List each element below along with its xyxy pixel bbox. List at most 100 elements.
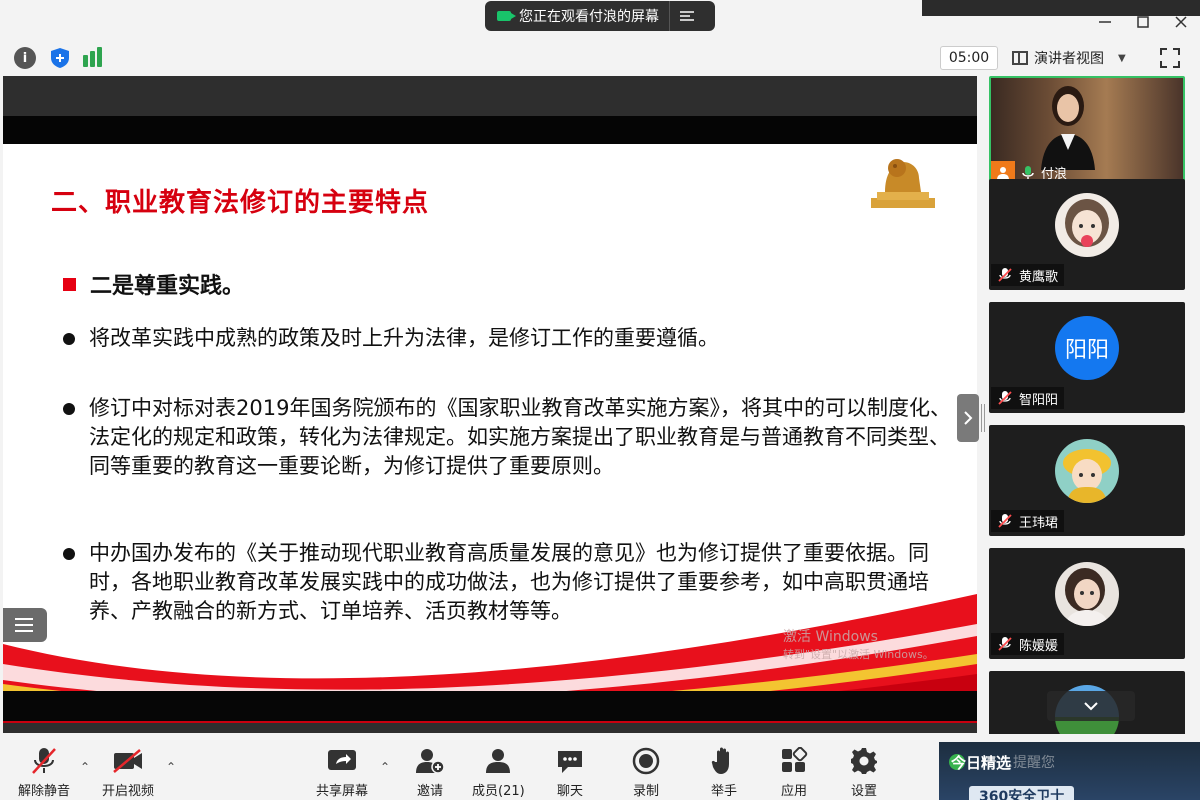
participant-name-tag: 智阳阳 <box>991 387 1065 409</box>
apps-button[interactable]: 应用 <box>778 746 810 799</box>
add-user-icon <box>414 746 446 776</box>
participant-name: 陈媛媛 <box>1019 638 1059 654</box>
video-off-icon <box>112 746 144 776</box>
security-shield-icon[interactable] <box>49 47 71 69</box>
participant-name-tag: 王玮珺 <box>991 510 1065 532</box>
list-line <box>15 624 33 626</box>
slide-subheading: 二是尊重实践。 <box>63 268 244 300</box>
meeting-info-icon[interactable]: i <box>14 47 36 69</box>
record-label: 录制 <box>632 784 659 799</box>
network-signal-icon[interactable] <box>82 47 104 69</box>
view-mode-label: 演讲者视图 <box>1034 51 1104 67</box>
settings-button[interactable]: 设置 <box>848 746 880 799</box>
news-popup[interactable]: 今日精选 …提醒您 360安全卫士 <box>939 742 1200 800</box>
meeting-timer: 05:00 <box>940 46 998 70</box>
video-options-chevron-icon[interactable]: ⌃ <box>166 760 176 774</box>
settings-label: 设置 <box>850 784 877 799</box>
raise-hand-button[interactable]: 举手 <box>708 746 740 799</box>
bullet-text: 将改革实践中成熟的政策及时上升为法律，是修订工作的重要遵循。 <box>89 326 719 350</box>
start-video-label: 开启视频 <box>102 784 155 799</box>
close-icon[interactable] <box>1162 3 1200 41</box>
participant-tile-presenter[interactable]: 付浪 <box>989 76 1185 187</box>
participant-name: 黄鹰歌 <box>1019 269 1059 285</box>
news-ghost-text: …提醒您 <box>999 755 1055 771</box>
mic-muted-icon <box>998 268 1012 282</box>
members-icon <box>482 746 514 776</box>
minimize-icon[interactable] <box>1086 3 1124 41</box>
gear-icon <box>848 746 880 776</box>
participant-name: 王玮珺 <box>1019 515 1059 531</box>
presenter-figure <box>1041 86 1095 170</box>
participant-tile[interactable]: 王玮珺 <box>989 425 1185 536</box>
members-button[interactable]: 成员(21) <box>472 746 525 799</box>
chat-button[interactable]: 聊天 <box>554 746 586 799</box>
panel-resize-handle[interactable] <box>981 404 985 432</box>
record-button[interactable]: 录制 <box>630 746 662 799</box>
avatar <box>1055 562 1119 626</box>
collapse-panel-button[interactable] <box>957 394 979 442</box>
unmute-button[interactable]: 解除静音 <box>18 746 70 799</box>
share-options-chevron-icon[interactable]: ⌃ <box>380 760 390 774</box>
maximize-icon[interactable] <box>1124 3 1162 41</box>
invite-label: 邀请 <box>416 784 443 799</box>
share-banner-text: 您正在观看付浪的屏幕 <box>519 9 659 25</box>
bullet-item: 修订中对标对表2019年国务院颁布的《国家职业教育改革实施方案》，将其中的可以制… <box>63 394 955 481</box>
unmute-label: 解除静音 <box>18 784 71 799</box>
participant-tile[interactable]: 陈媛媛 <box>989 548 1185 659</box>
record-icon <box>630 746 662 776</box>
slide-letterbox-top <box>3 116 977 144</box>
hand-icon <box>708 746 740 776</box>
bullet-dot-icon <box>63 333 75 345</box>
avatar <box>1055 193 1119 257</box>
meeting-window: 您正在观看付浪的屏幕 i 05:00 演讲者视图 ▼ 二、职业教育法修订的主要特… <box>0 0 1200 800</box>
window-controls <box>922 0 1200 38</box>
raise-hand-label: 举手 <box>710 784 737 799</box>
share-screen-label: 共享屏幕 <box>316 784 369 799</box>
layout-icon <box>1012 51 1028 65</box>
view-mode-select[interactable]: 演讲者视图 ▼ <box>1012 46 1146 70</box>
avatar <box>1055 439 1119 503</box>
apps-label: 应用 <box>780 784 807 799</box>
watermark-line1: 激活 Windows <box>783 629 878 645</box>
participant-name-tag: 陈媛媛 <box>991 633 1065 655</box>
chat-icon <box>554 746 586 776</box>
fullscreen-icon[interactable] <box>1160 48 1180 68</box>
mic-muted-icon <box>998 514 1012 528</box>
share-screen-button[interactable]: 共享屏幕 <box>316 746 368 799</box>
bullet-text: 修订中对标对表2019年国务院颁布的《国家职业教育改革实施方案》，将其中的可以制… <box>89 396 951 478</box>
presentation-slide: 二、职业教育法修订的主要特点 二是尊重实践。 将改革实践中成熟的政策及时上升为法… <box>3 144 977 723</box>
subheading-text: 二是尊重实践。 <box>90 274 245 299</box>
invite-button[interactable]: 邀请 <box>414 746 446 799</box>
participant-tile[interactable]: 黄鹰歌 <box>989 179 1185 290</box>
participant-tile[interactable]: 阳阳 智阳阳 <box>989 302 1185 413</box>
bullet-item: 将改革实践中成熟的政策及时上升为法律，是修订工作的重要遵循。 <box>63 324 955 353</box>
windows-activation-watermark: 激活 Windows 转到"设置"以激活 Windows。 <box>783 628 934 664</box>
lion-statue-icon <box>871 159 935 208</box>
list-line <box>15 630 33 632</box>
chevron-down-icon: ▼ <box>1118 52 1126 64</box>
mic-muted-icon <box>28 746 60 776</box>
members-label: 成员(21) <box>472 784 525 799</box>
camera-icon <box>497 11 516 21</box>
bullet-dot-icon <box>63 403 75 415</box>
bullet-square-icon <box>63 277 76 291</box>
list-toggle-button[interactable] <box>3 608 47 642</box>
viewing-share-banner[interactable]: 您正在观看付浪的屏幕 <box>485 1 715 31</box>
participant-name-tag: 黄鹰歌 <box>991 264 1065 286</box>
top-toolbar: i 05:00 演讲者视图 ▼ <box>0 40 1200 76</box>
audio-options-chevron-icon[interactable]: ⌃ <box>80 760 90 774</box>
watermark-line2: 转到"设置"以激活 Windows。 <box>783 648 934 661</box>
view-options-icon[interactable] <box>670 10 704 22</box>
news-sub-label: 360安全卫士 <box>969 786 1075 800</box>
slide-title: 二、职业教育法修订的主要特点 <box>51 188 430 218</box>
participant-panel: 付浪 黄鹰歌 阳阳 智阳阳 王玮珺 陈媛媛 <box>987 76 1187 734</box>
bullet-dot-icon <box>63 548 75 560</box>
avatar: 阳阳 <box>1055 316 1119 380</box>
start-video-button[interactable]: 开启视频 <box>102 746 154 799</box>
share-screen-icon <box>326 746 358 776</box>
scroll-down-button[interactable] <box>1047 691 1135 721</box>
mic-muted-icon <box>998 637 1012 651</box>
shared-screen-area: 二、职业教育法修订的主要特点 二是尊重实践。 将改革实践中成熟的政策及时上升为法… <box>3 76 977 733</box>
list-line <box>15 618 33 620</box>
apps-icon <box>778 746 810 776</box>
